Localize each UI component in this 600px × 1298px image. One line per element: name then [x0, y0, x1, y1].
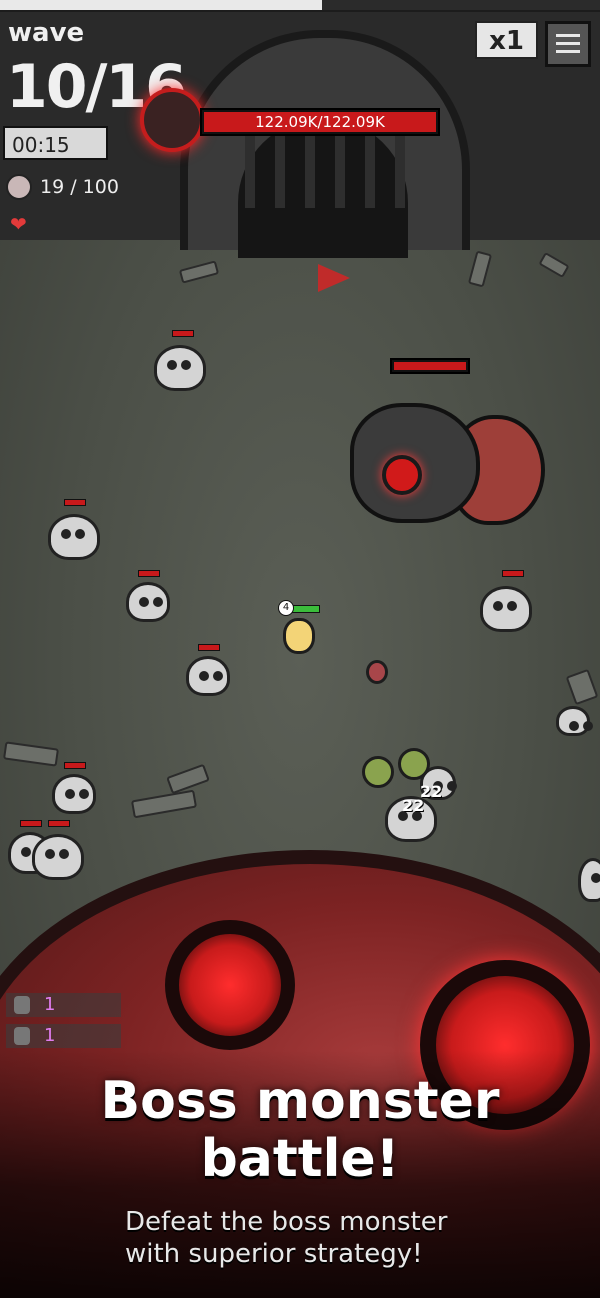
item-count: 1 [44, 994, 56, 1015]
ghost-enemy [186, 656, 230, 696]
bag-icon [14, 1027, 30, 1045]
damage-number: 22 [402, 796, 425, 815]
player-level-badge: 4 [278, 600, 294, 616]
goblin-ally [362, 756, 394, 788]
boss-eye [382, 455, 422, 495]
boss-overhead-health-fill [394, 362, 466, 370]
menu-icon [556, 42, 580, 45]
ghost-enemy [32, 834, 84, 880]
archway-gate [238, 118, 408, 258]
player-health-bar [290, 605, 320, 613]
ghost-enemy [480, 586, 532, 632]
ghost-enemy [126, 582, 170, 622]
promo-title: Boss monster battle! [0, 1072, 600, 1188]
game-screen: wave 10/16 00:15 19 / 100 ❤ 122.09K/122.… [0, 0, 600, 1298]
promo-subtitle-line: with superior strategy! [125, 1239, 423, 1269]
promo-subtitle: Defeat the boss monster with superior st… [125, 1206, 595, 1270]
enemy-health-bar [48, 820, 70, 827]
kill-counter: 19 / 100 [6, 174, 119, 200]
boss-monster [350, 385, 545, 535]
ghost-enemy [154, 345, 206, 391]
menu-icon [556, 50, 580, 53]
gem-icon [14, 996, 30, 1014]
wave-timer: 00:15 [3, 126, 108, 160]
enemy-health-bar [20, 820, 42, 827]
wave-label: wave [8, 18, 85, 48]
boss-closeup-eye [165, 920, 295, 1050]
goblin-ally [398, 748, 430, 780]
item-slot: 1 [6, 993, 121, 1017]
heart-icon: ❤ [10, 212, 27, 236]
boss-skull-icon [140, 88, 204, 152]
enemy-health-bar [502, 570, 524, 577]
menu-button[interactable] [545, 21, 591, 67]
enemy-health-bar [198, 644, 220, 651]
kill-count-text: 19 / 100 [40, 176, 119, 198]
ghost-enemy [578, 858, 600, 902]
boss-overhead-health-bar [390, 358, 470, 374]
skull-icon [6, 174, 32, 200]
speed-button[interactable]: x1 [475, 21, 538, 59]
enemy-health-bar [64, 499, 86, 506]
enemy-health-bar [138, 570, 160, 577]
ghost-enemy [556, 706, 590, 736]
boss-health-text: 122.09K/122.09K [255, 113, 385, 131]
promo-subtitle-line: Defeat the boss monster [125, 1207, 448, 1237]
promo-title-line: battle! [200, 1129, 400, 1189]
menu-icon [556, 34, 580, 37]
stage-progress-bar [0, 0, 322, 10]
ghost-enemy [52, 774, 96, 814]
imp-enemy [366, 660, 388, 684]
item-slot: 1 [6, 1024, 121, 1048]
boss-health-bar: 122.09K/122.09K [200, 108, 440, 136]
player-character [283, 618, 315, 654]
stage-progress-track [322, 0, 600, 10]
enemy-health-bar [64, 762, 86, 769]
item-count: 1 [44, 1025, 56, 1046]
direction-arrow-icon [318, 264, 350, 292]
ghost-enemy [48, 514, 100, 560]
promo-title-line: Boss monster [100, 1071, 500, 1131]
enemy-health-bar [172, 330, 194, 337]
